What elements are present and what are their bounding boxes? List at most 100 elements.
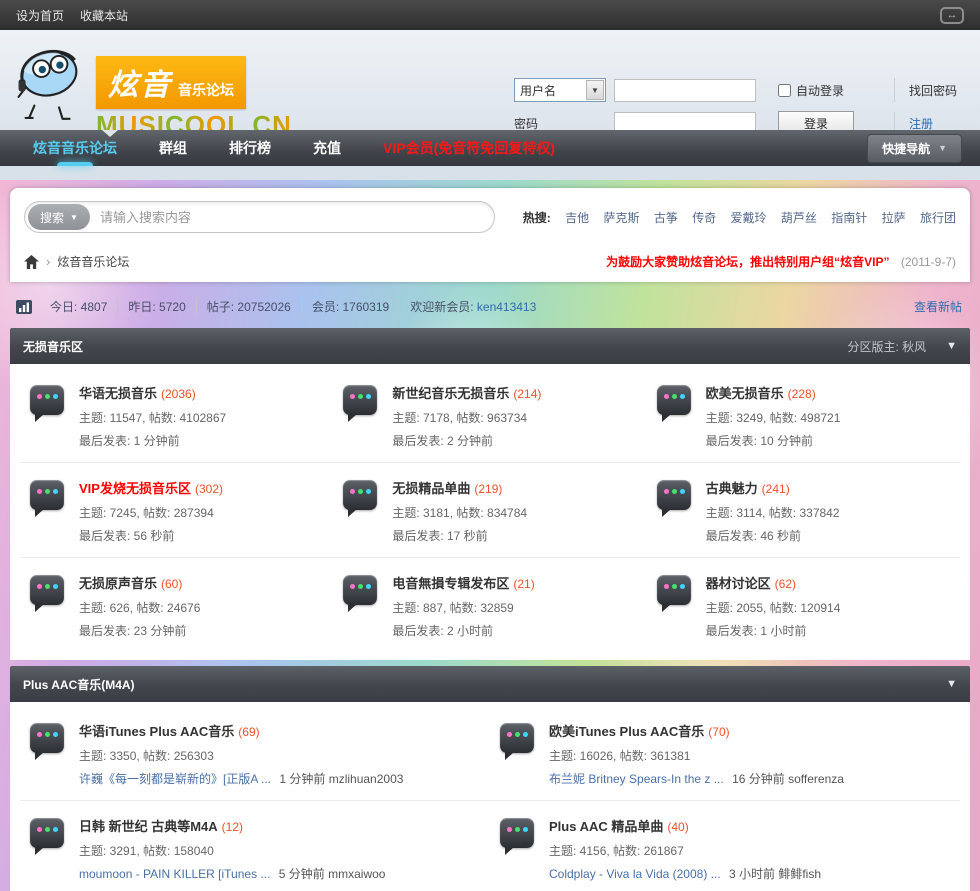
forum-cell: 华语无损音乐 (2036) 主题: 11547, 帖数: 4102867 最后发表… bbox=[20, 368, 334, 463]
chevron-down-icon: ▼ bbox=[938, 143, 947, 153]
forum-bubble-icon[interactable] bbox=[500, 818, 534, 855]
forum-today-count: (214) bbox=[513, 387, 542, 401]
forum-title-link[interactable]: 日韩 新世纪 古典等M4A bbox=[79, 819, 218, 834]
forum-bubble-icon[interactable] bbox=[656, 575, 691, 612]
vip-notice-link[interactable]: 为鼓励大家赞助炫音论坛，推出特别用户组“炫音VIP” bbox=[606, 255, 889, 269]
hot-keyword[interactable]: 传奇 bbox=[692, 211, 716, 225]
section-moderators[interactable]: 分区版主: 秋风 bbox=[847, 338, 926, 355]
lastpost-thread-link[interactable]: moumoon - PAIN KILLER [iTunes ... bbox=[79, 867, 270, 881]
hot-keyword[interactable]: 旅行团 bbox=[920, 211, 956, 225]
notice-date: (2011-9-7) bbox=[900, 255, 956, 269]
logo-cn-text: 炫音 bbox=[108, 69, 172, 102]
forum-bubble-icon[interactable] bbox=[30, 385, 64, 422]
forum-title-link[interactable]: 电音無損专辑发布区 bbox=[392, 576, 509, 591]
find-password-link[interactable]: 找回密码 bbox=[909, 82, 957, 99]
search-panel: 搜索 ▼ 热搜: 吉他 萨克斯 古筝 传奇 爱戴玲 葫芦丝 指南针 拉萨 旅行团 bbox=[10, 188, 970, 282]
hot-keyword[interactable]: 爱戴玲 bbox=[731, 211, 767, 225]
forum-today-count: (62) bbox=[774, 577, 797, 591]
search-bar: 搜索 ▼ bbox=[24, 201, 495, 233]
forum-title-link[interactable]: 古典魅力 bbox=[706, 481, 758, 496]
forum-bubble-icon[interactable] bbox=[30, 723, 64, 760]
forum-lastpost-line: 最后发表: 56 秒前 bbox=[79, 529, 175, 543]
set-home-link[interactable]: 设为首页 bbox=[16, 7, 64, 24]
search-input[interactable] bbox=[89, 209, 491, 225]
header-divider-strip bbox=[0, 166, 980, 180]
forum-today-count: (70) bbox=[708, 725, 730, 739]
forum-title-link[interactable]: Plus AAC 精品单曲 bbox=[549, 819, 663, 834]
lastpost-thread-link[interactable]: 布兰妮 Britney Spears-In the z ... bbox=[549, 772, 724, 786]
forum-bubble-icon[interactable] bbox=[500, 723, 534, 760]
forum-title-link-vip[interactable]: VIP发烧无损音乐区 bbox=[79, 481, 191, 496]
forum-bubble-icon[interactable] bbox=[343, 575, 378, 612]
section-title: 无损音乐区 bbox=[23, 339, 84, 354]
lastpost-thread-link[interactable]: Coldplay - Viva la Vida (2008) ... bbox=[549, 867, 721, 881]
forum-title-link[interactable]: 无损精品单曲 bbox=[392, 481, 470, 496]
hot-keyword[interactable]: 拉萨 bbox=[882, 211, 906, 225]
search-button[interactable]: 搜索 ▼ bbox=[28, 204, 90, 230]
forum-title-link[interactable]: 新世纪音乐无损音乐 bbox=[392, 386, 509, 401]
forum-lastpost-line: 最后发表: 1 分钟前 bbox=[79, 434, 180, 448]
forum-title-link[interactable]: 欧美iTunes Plus AAC音乐 bbox=[549, 724, 704, 739]
hot-search: 热搜: 吉他 萨克斯 古筝 传奇 爱戴玲 葫芦丝 指南针 拉萨 旅行团 bbox=[523, 209, 956, 226]
quick-nav-button[interactable]: 快捷导航 ▼ bbox=[867, 133, 962, 163]
forum-bubble-icon[interactable] bbox=[30, 818, 64, 855]
forum-today-count: (60) bbox=[161, 577, 183, 591]
lastpost-thread-link[interactable]: 许巍《每一刻都是崭新的》[正版A ... bbox=[79, 772, 271, 786]
forum-title-link[interactable]: 器材讨论区 bbox=[706, 576, 771, 591]
forum-bubble-icon[interactable] bbox=[656, 385, 691, 422]
lastpost-meta: 16 分钟前 sofferenza bbox=[732, 772, 844, 786]
logo-banner: 炫音 音乐论坛 bbox=[96, 56, 246, 109]
forum-bubble-icon[interactable] bbox=[30, 575, 64, 612]
hot-keyword[interactable]: 指南针 bbox=[831, 211, 867, 225]
forum-title-link[interactable]: 华语无损音乐 bbox=[79, 386, 157, 401]
forum-lastpost-line: Coldplay - Viva la Vida (2008) ... 3 小时前… bbox=[549, 865, 821, 882]
forum-bubble-icon[interactable] bbox=[656, 480, 691, 517]
login-field-select[interactable]: 用户名 ▼ bbox=[514, 78, 606, 102]
hot-keyword[interactable]: 葫芦丝 bbox=[781, 211, 817, 225]
forum-title-link[interactable]: 无损原声音乐 bbox=[79, 576, 157, 591]
forum-today-count: (2036) bbox=[161, 387, 196, 401]
collapse-triangle-icon[interactable]: ▼ bbox=[946, 340, 957, 352]
forum-lastpost-line: 最后发表: 46 秒前 bbox=[705, 529, 802, 543]
forum-title-link[interactable]: 欧美无损音乐 bbox=[706, 386, 784, 401]
forum-today-count: (12) bbox=[221, 820, 244, 834]
lastpost-meta: 1 分钟前 mzlihuan2003 bbox=[279, 772, 404, 786]
username-input[interactable] bbox=[614, 78, 756, 102]
hot-keyword[interactable]: 古筝 bbox=[654, 211, 678, 225]
view-new-posts-link[interactable]: 查看新帖 bbox=[914, 298, 964, 315]
stat-yesterday: 昨日: 5720 bbox=[117, 298, 195, 315]
forum-stats-line: 主题: 3181, 帖数: 834784 bbox=[392, 506, 528, 520]
forum-bubble-icon[interactable] bbox=[343, 480, 378, 517]
forum-cell: 欧美无损音乐 (228) 主题: 3249, 帖数: 498721 最后发表: 1… bbox=[646, 368, 960, 463]
forum-title-link[interactable]: 华语iTunes Plus AAC音乐 bbox=[79, 724, 234, 739]
widescreen-toggle-icon[interactable]: ↔ bbox=[940, 6, 964, 24]
nav-item-vip[interactable]: VIP会员(免音符免回复特权) bbox=[362, 130, 576, 166]
breadcrumb-forum-link[interactable]: 炫音音乐论坛 bbox=[57, 253, 129, 270]
hot-keyword[interactable]: 萨克斯 bbox=[603, 211, 639, 225]
nav-item-forum-home[interactable]: 炫音音乐论坛 bbox=[12, 130, 138, 166]
hot-keyword[interactable]: 吉他 bbox=[565, 211, 589, 225]
forum-stats-line: 主题: 2055, 帖数: 120914 bbox=[705, 601, 841, 615]
forum-bubble-icon[interactable] bbox=[30, 480, 64, 517]
site-logo[interactable]: 炫音 音乐论坛 MUSICOOL.CN bbox=[8, 34, 292, 141]
bookmark-link[interactable]: 收藏本站 bbox=[80, 7, 128, 24]
forum-lastpost-line: 最后发表: 2 小时前 bbox=[392, 624, 494, 638]
section-header-aac: Plus AAC音乐(M4A) ▼ bbox=[10, 666, 970, 702]
forum-bubble-icon[interactable] bbox=[343, 385, 378, 422]
forum-stats-line: 主题: 887, 帖数: 32859 bbox=[392, 601, 514, 615]
nav-item-ranking[interactable]: 排行榜 bbox=[208, 130, 292, 166]
nav-item-groups[interactable]: 群组 bbox=[138, 130, 208, 166]
forum-stats-line: 主题: 11547, 帖数: 4102867 bbox=[79, 411, 227, 425]
forum-lastpost-line: 最后发表: 17 秒前 bbox=[392, 529, 488, 543]
new-member-link[interactable]: ken413413 bbox=[477, 300, 536, 314]
nav-item-recharge[interactable]: 充值 bbox=[292, 130, 362, 166]
home-icon[interactable] bbox=[24, 254, 39, 269]
collapse-triangle-icon[interactable]: ▼ bbox=[946, 678, 957, 690]
login-form: 用户名 ▼ 自动登录 找回密码 密码 登录 注册 bbox=[514, 78, 964, 136]
auto-login-checkbox[interactable] bbox=[778, 83, 791, 97]
forum-cell: 新世纪音乐无损音乐 (214) 主题: 7178, 帖数: 963734 最后发表… bbox=[333, 368, 647, 463]
forum-lastpost-line: 最后发表: 23 分钟前 bbox=[79, 624, 187, 638]
forum-lastpost-line: 最后发表: 1 小时前 bbox=[705, 624, 807, 638]
welcome-label: 欢迎新会员: bbox=[410, 300, 474, 314]
forum-stats-line: 主题: 3249, 帖数: 498721 bbox=[705, 411, 841, 425]
